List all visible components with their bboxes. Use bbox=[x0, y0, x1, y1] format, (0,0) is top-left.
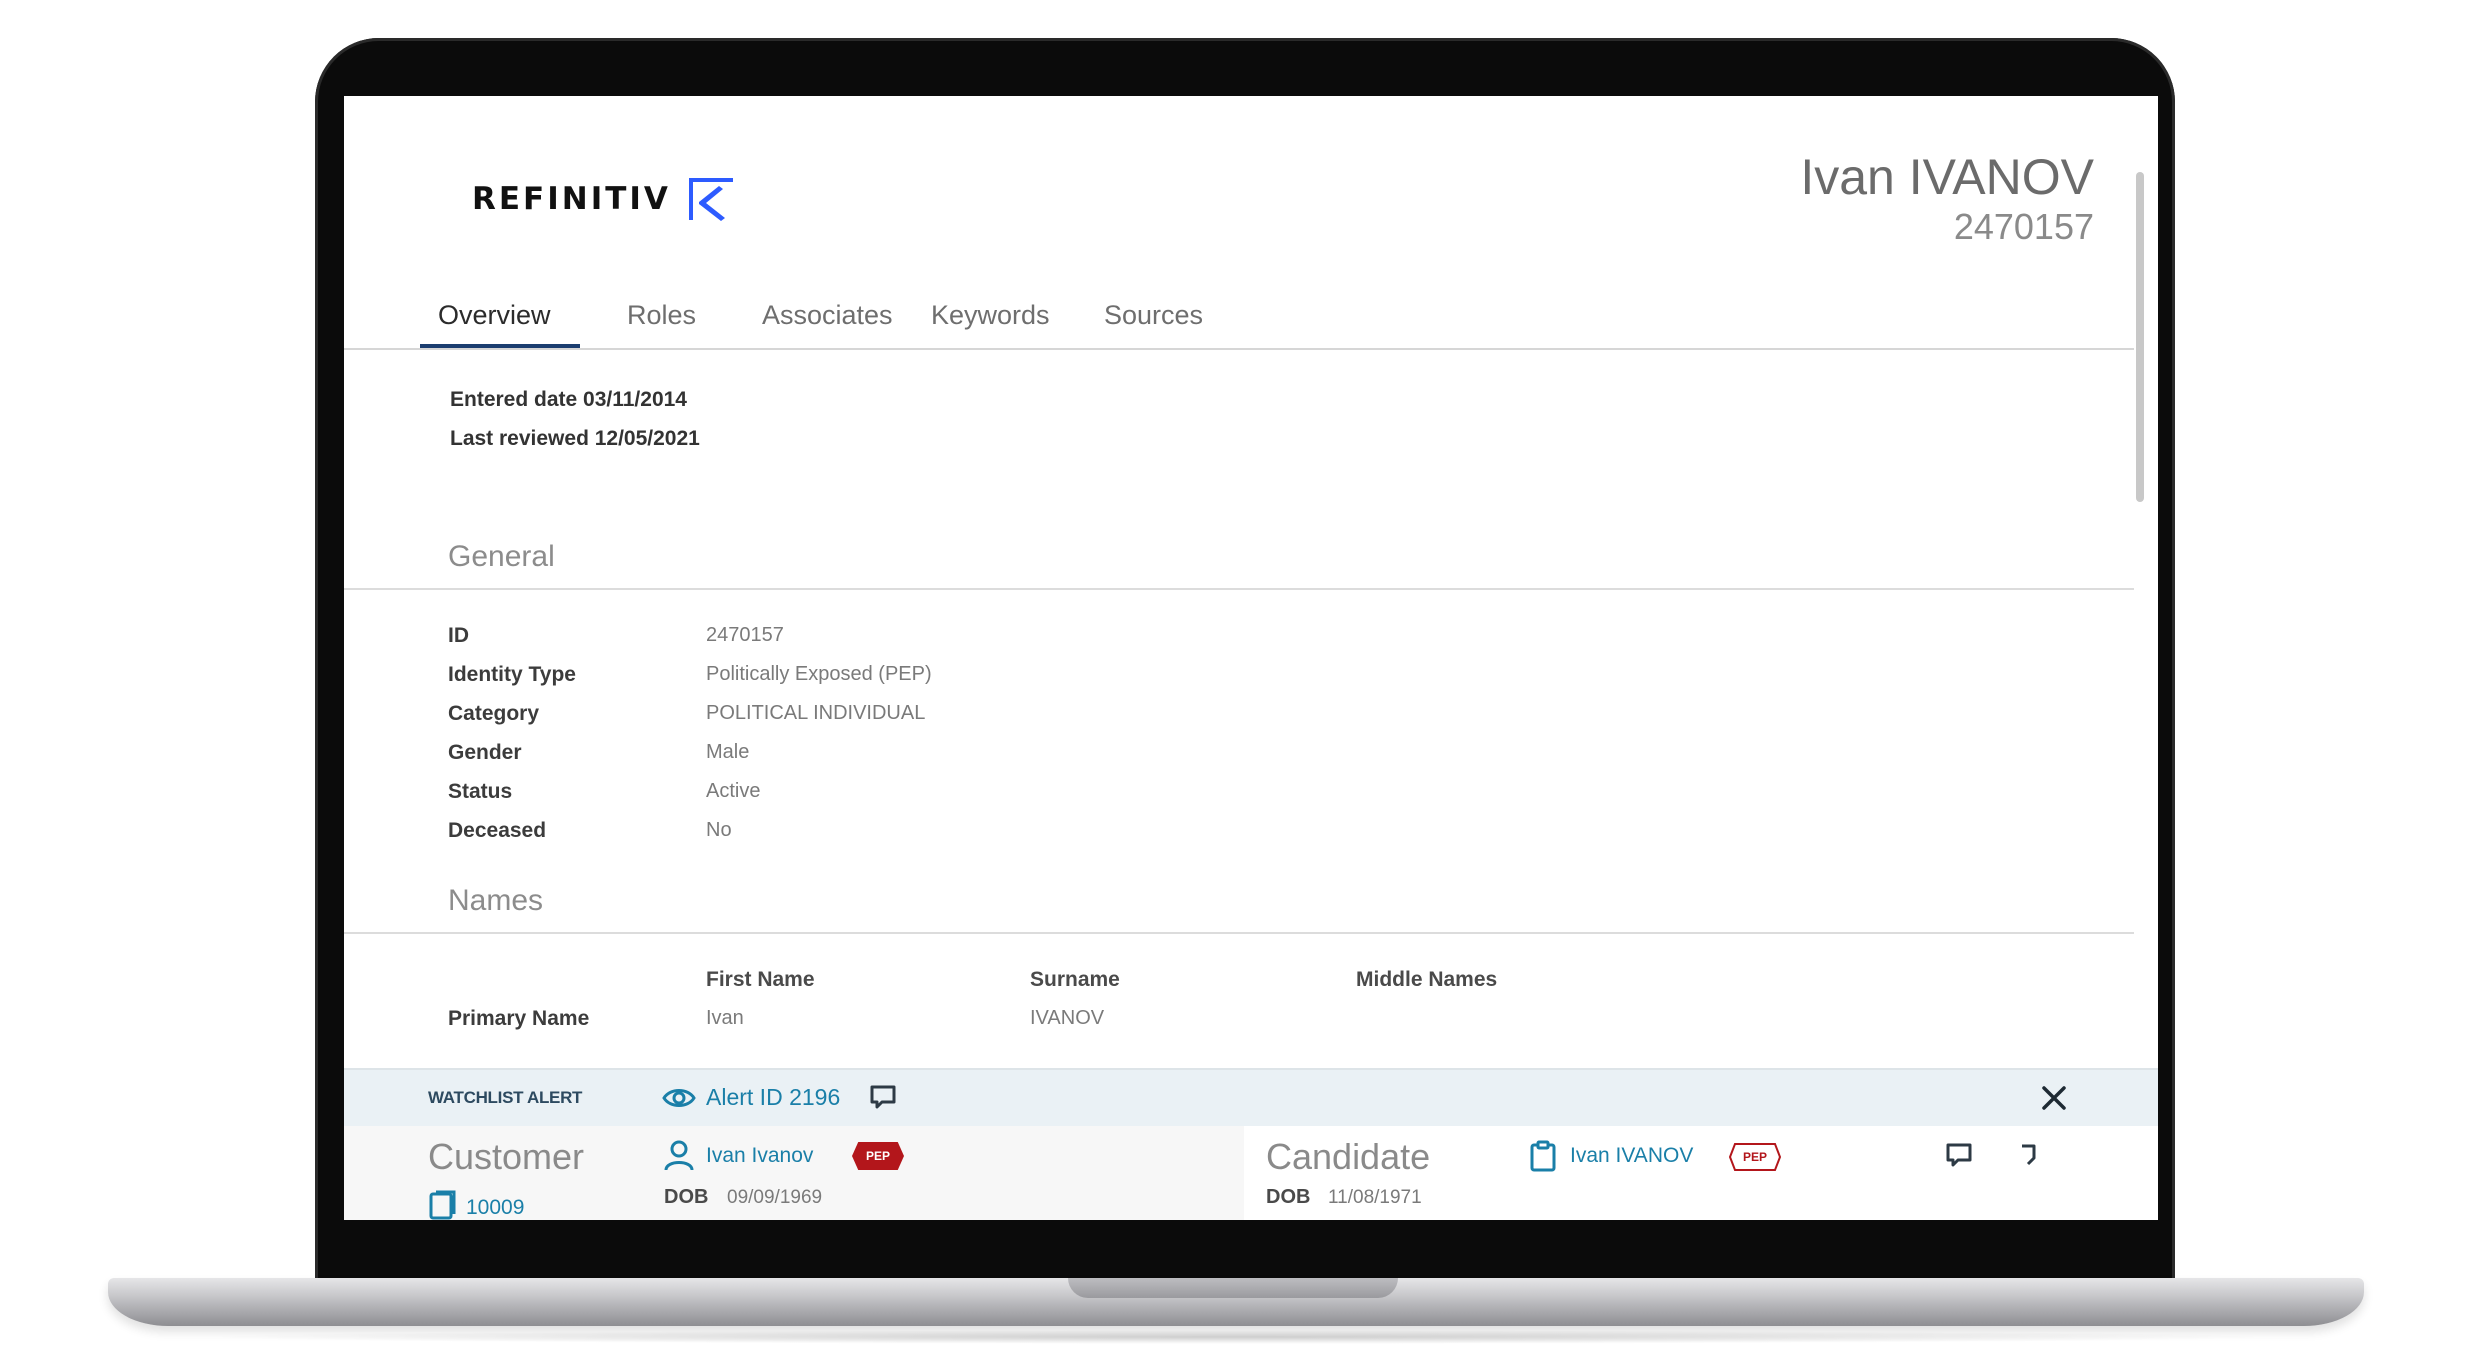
close-icon[interactable] bbox=[2034, 1078, 2074, 1118]
scrollbar-thumb[interactable] bbox=[2136, 172, 2144, 502]
laptop-notch bbox=[1068, 1278, 1398, 1298]
app-screen: REFINITIV Ivan IVANOV 2470157 Overview R… bbox=[344, 96, 2158, 1220]
col-first-name: First Name bbox=[706, 968, 815, 991]
general-divider bbox=[344, 588, 2134, 590]
primary-name-label: Primary Name bbox=[448, 1007, 590, 1030]
field-label-id: ID bbox=[448, 624, 469, 647]
clipboard-icon bbox=[1530, 1140, 1556, 1172]
candidate-pep-badge: PEP bbox=[1728, 1142, 1782, 1172]
primary-first-name: Ivan bbox=[706, 1007, 744, 1029]
tab-sources[interactable]: Sources bbox=[1104, 300, 1203, 331]
field-label-identity-type: Identity Type bbox=[448, 663, 576, 686]
candidate-title: Candidate bbox=[1266, 1136, 1431, 1177]
alert-id-link[interactable]: Alert ID 2196 bbox=[706, 1084, 840, 1111]
candidate-dob-label: DOB bbox=[1266, 1186, 1311, 1208]
logo-text: REFINITIV bbox=[472, 181, 671, 217]
field-label-gender: Gender bbox=[448, 741, 522, 764]
customer-case-link[interactable]: 10009 bbox=[466, 1196, 524, 1220]
col-middle-names: Middle Names bbox=[1356, 968, 1498, 991]
last-reviewed-date: Last reviewed 12/05/2021 bbox=[450, 427, 700, 450]
comment-icon[interactable] bbox=[1944, 1140, 1974, 1170]
tab-overview[interactable]: Overview bbox=[438, 300, 551, 331]
field-value-gender: Male bbox=[706, 741, 750, 763]
col-surname: Surname bbox=[1030, 968, 1120, 991]
document-icon bbox=[429, 1190, 456, 1220]
vertical-scrollbar[interactable] bbox=[2134, 142, 2148, 1172]
profile-id: 2470157 bbox=[1953, 206, 2094, 247]
candidate-panel: Candidate Ivan IVANOV PEP DOB 11/08/1971 bbox=[1244, 1126, 2158, 1220]
field-label-status: Status bbox=[448, 780, 513, 803]
customer-title: Customer bbox=[428, 1136, 585, 1177]
tab-associates[interactable]: Associates bbox=[762, 300, 893, 331]
names-divider bbox=[344, 932, 2134, 934]
candidate-dob-value: 11/08/1971 bbox=[1328, 1187, 1422, 1208]
primary-surname: IVANOV bbox=[1030, 1007, 1105, 1029]
customer-dob-label: DOB bbox=[664, 1186, 709, 1208]
customer-name-link[interactable]: Ivan Ivanov bbox=[706, 1144, 813, 1168]
field-value-identity-type: Politically Exposed (PEP) bbox=[706, 663, 932, 685]
names-section-title: Names bbox=[448, 884, 544, 917]
candidate-name-link[interactable]: Ivan IVANOV bbox=[1570, 1144, 1693, 1168]
refinitiv-mark-icon bbox=[688, 178, 733, 221]
entered-date: Entered date 03/11/2014 bbox=[450, 388, 687, 411]
share-icon[interactable] bbox=[2014, 1140, 2044, 1170]
field-value-category: POLITICAL INDIVIDUAL bbox=[706, 702, 926, 724]
laptop-shadow bbox=[200, 1330, 2276, 1344]
field-value-id: 2470157 bbox=[706, 624, 784, 646]
field-value-deceased: No bbox=[706, 819, 732, 841]
profile-name: Ivan IVANOV bbox=[1800, 149, 2094, 205]
eye-icon[interactable] bbox=[662, 1084, 696, 1112]
watchlist-alert-bar: WATCHLIST ALERT Alert ID 2196 bbox=[344, 1068, 2158, 1126]
customer-dob-value: 09/09/1969 bbox=[727, 1187, 823, 1208]
field-label-deceased: Deceased bbox=[448, 819, 547, 842]
field-value-status: Active bbox=[706, 780, 761, 802]
candidate-pep-text: PEP bbox=[1742, 1150, 1767, 1164]
field-label-category: Category bbox=[448, 702, 540, 725]
person-icon bbox=[664, 1140, 694, 1171]
general-section-title: General bbox=[448, 540, 555, 573]
tab-bar: Overview Roles Associates Keywords Sourc… bbox=[344, 292, 2134, 350]
tab-keywords[interactable]: Keywords bbox=[931, 300, 1050, 331]
customer-panel: Customer Ivan Ivanov PEP DOB 09/09/1969 … bbox=[344, 1126, 1244, 1220]
tab-roles[interactable]: Roles bbox=[627, 300, 696, 331]
watchlist-alert-label: WATCHLIST ALERT bbox=[428, 1088, 583, 1107]
active-tab-indicator bbox=[420, 344, 580, 348]
comment-icon[interactable] bbox=[868, 1082, 898, 1112]
customer-pep-badge: PEP bbox=[852, 1142, 904, 1170]
refinitiv-logo: REFINITIV bbox=[472, 176, 737, 222]
